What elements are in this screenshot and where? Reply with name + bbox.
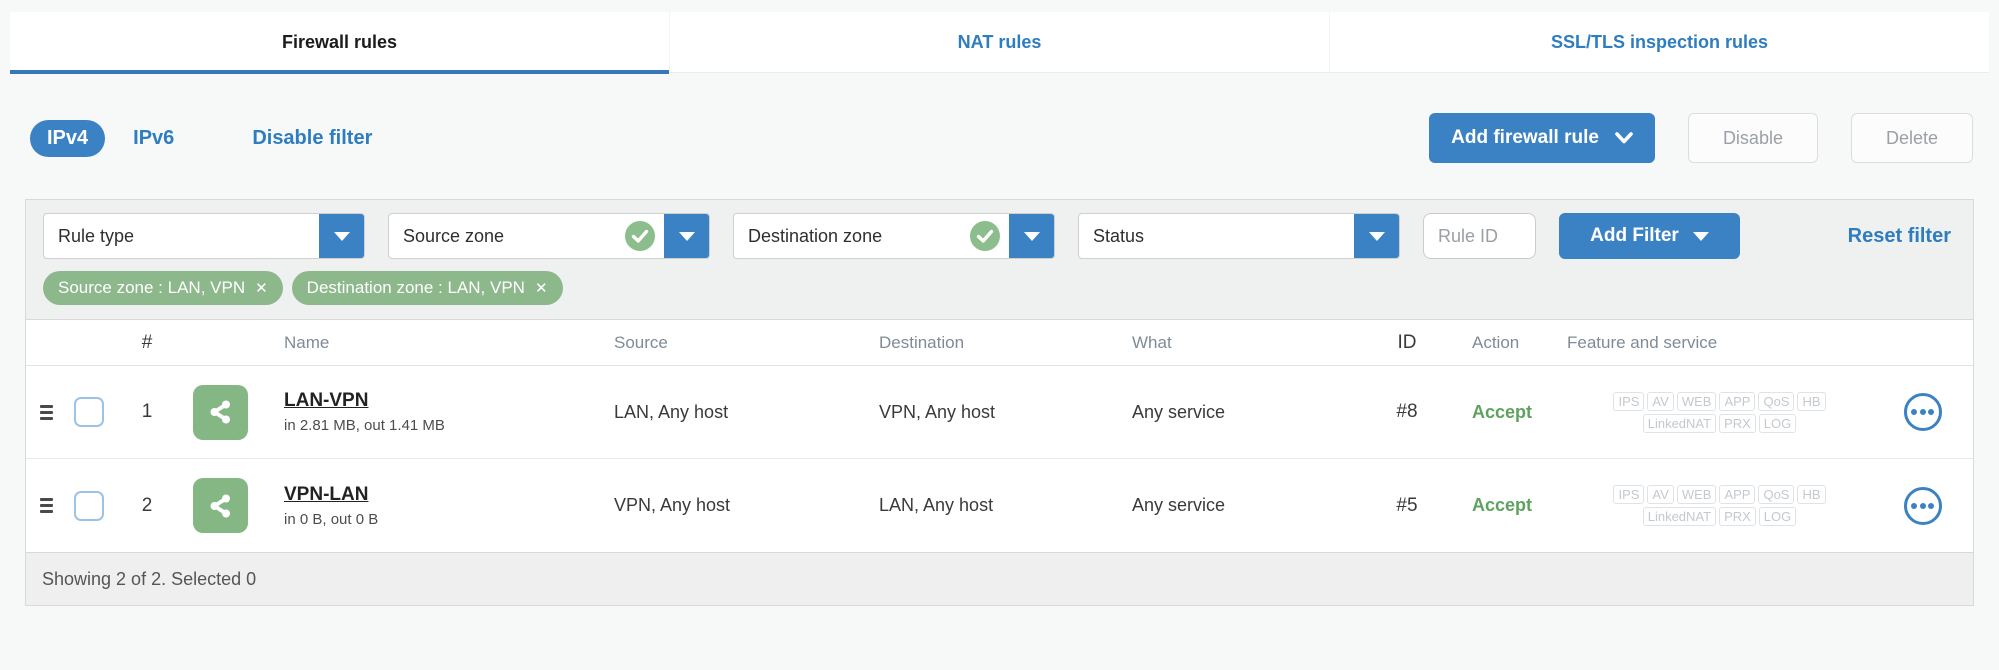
header-destination: Destination <box>879 332 965 352</box>
source-zone-dropdown-label: Source zone <box>403 225 505 246</box>
feature-badge: LOG <box>1758 507 1797 526</box>
chip-label: Source zone : LAN, VPN <box>58 278 246 297</box>
firewall-rules-panel: Rule type Source zone Destination zone S… <box>25 199 1974 606</box>
feature-badge: PRX <box>1719 507 1756 526</box>
rule-id: #8 <box>1396 401 1418 422</box>
table-footer: Showing 2 of 2. Selected 0 <box>26 552 1973 605</box>
reset-filter-link[interactable]: Reset filter <box>1848 225 1951 248</box>
feature-badge: PRX <box>1719 413 1756 433</box>
ipv6-toggle[interactable]: IPv6 <box>133 127 174 150</box>
row-menu-ellipsis-button[interactable] <box>1903 486 1942 525</box>
row-checkbox[interactable] <box>74 490 104 521</box>
drag-handle-icon[interactable] <box>36 401 57 424</box>
rule-source: LAN, Any host <box>614 401 729 422</box>
feature-badge: WEB <box>1676 391 1717 411</box>
feature-badge: LOG <box>1758 413 1797 433</box>
feature-badge: HB <box>1797 485 1826 504</box>
remove-chip-icon[interactable]: ✕ <box>535 281 548 296</box>
ipv4-toggle[interactable]: IPv4 <box>30 119 106 157</box>
rule-what: Any service <box>1132 495 1226 515</box>
filter-row: Rule type Source zone Destination zone S… <box>26 200 1973 269</box>
add-filter-button[interactable]: Add Filter <box>1559 213 1740 259</box>
status-dropdown-label: Status <box>1093 225 1145 246</box>
feature-badge: APP <box>1719 485 1756 504</box>
header-what: What <box>1132 332 1172 352</box>
row-index: 1 <box>141 401 153 422</box>
feature-badges: IPS AV WEB APP QoS HB LinkedNAT PRX LOG <box>1567 485 1872 526</box>
source-zone-dropdown[interactable]: Source zone <box>388 213 710 259</box>
rule-traffic-stats: in 0 B, out 0 B <box>284 510 379 528</box>
disable-button[interactable]: Disable <box>1687 113 1818 163</box>
rule-type-share-icon <box>192 478 248 533</box>
feature-badge: WEB <box>1676 485 1717 504</box>
rule-action: Accept <box>1472 401 1533 422</box>
feature-badge: APP <box>1719 391 1756 411</box>
header-action: Action <box>1472 332 1520 352</box>
dropdown-arrow-icon[interactable] <box>664 214 709 258</box>
filter-active-check-icon <box>625 221 655 251</box>
feature-badge: QoS <box>1758 391 1795 411</box>
add-firewall-rule-button[interactable]: Add firewall rule <box>1429 113 1655 163</box>
rule-traffic-stats: in 2.81 MB, out 1.41 MB <box>284 417 445 434</box>
dropdown-arrow-icon[interactable] <box>319 214 364 258</box>
rule-type-share-icon <box>192 384 248 440</box>
header-name: Name <box>284 332 330 352</box>
rule-name-link[interactable]: LAN-VPN <box>284 390 368 412</box>
toolbar: IPv4 IPv6 Disable filter Add firewall ru… <box>0 98 1999 178</box>
destination-zone-dropdown[interactable]: Destination zone <box>733 213 1055 259</box>
feature-badge: AV <box>1647 391 1674 411</box>
filter-chip-row: Source zone : LAN, VPN ✕ Destination zon… <box>26 269 1973 319</box>
row-count-summary: Showing 2 of 2. Selected 0 <box>42 568 257 589</box>
chevron-down-icon <box>1615 132 1633 144</box>
feature-badge: HB <box>1797 391 1826 411</box>
rule-type-dropdown[interactable]: Rule type <box>43 213 365 259</box>
row-index: 2 <box>141 494 153 516</box>
tab-bar: Firewall rules NAT rules SSL/TLS inspect… <box>10 12 1989 74</box>
rule-name-link[interactable]: VPN-LAN <box>284 484 368 506</box>
dropdown-arrow-icon[interactable] <box>1354 214 1399 258</box>
row-menu-ellipsis-button[interactable] <box>1903 393 1942 431</box>
dropdown-arrow-icon[interactable] <box>1009 214 1054 258</box>
delete-button[interactable]: Delete <box>1850 113 1973 163</box>
tab-firewall-rules[interactable]: Firewall rules <box>10 12 669 74</box>
feature-badge: QoS <box>1758 485 1795 504</box>
chevron-down-icon <box>1692 231 1709 241</box>
feature-badge: LinkedNAT <box>1642 413 1717 433</box>
rule-id: #5 <box>1396 494 1418 516</box>
tab-ssl-tls-inspection-rules[interactable]: SSL/TLS inspection rules <box>1329 12 1989 72</box>
firewall-rules-table: # Name Source Destination What ID Action… <box>26 319 1973 552</box>
feature-badge: LinkedNAT <box>1642 507 1717 526</box>
rule-action: Accept <box>1472 495 1533 515</box>
add-filter-label: Add Filter <box>1590 225 1679 246</box>
tab-nat-rules[interactable]: NAT rules <box>669 12 1329 72</box>
table-header-row: # Name Source Destination What ID Action… <box>26 320 1973 366</box>
rule-destination: VPN, Any host <box>879 401 996 422</box>
feature-badges: IPS AV WEB APP QoS HB LinkedNAT PRX LOG <box>1567 391 1872 433</box>
rule-destination: LAN, Any host <box>879 495 994 515</box>
filter-active-check-icon <box>970 221 1000 251</box>
source-zone-filter-chip[interactable]: Source zone : LAN, VPN ✕ <box>43 271 283 305</box>
destination-zone-dropdown-label: Destination zone <box>748 225 883 246</box>
header-id: ID <box>1397 331 1417 353</box>
rule-id-input[interactable] <box>1423 213 1536 259</box>
remove-chip-icon[interactable]: ✕ <box>255 281 268 296</box>
chip-label: Destination zone : LAN, VPN <box>306 278 525 297</box>
add-firewall-rule-label: Add firewall rule <box>1451 127 1599 148</box>
header-source: Source <box>614 332 668 352</box>
destination-zone-filter-chip[interactable]: Destination zone : LAN, VPN ✕ <box>291 271 563 305</box>
feature-badge: IPS <box>1613 391 1645 411</box>
feature-badge: IPS <box>1613 485 1645 504</box>
rule-source: VPN, Any host <box>614 495 731 515</box>
header-number: # <box>141 331 153 353</box>
status-dropdown[interactable]: Status <box>1078 213 1400 259</box>
row-checkbox[interactable] <box>74 397 104 427</box>
feature-badge: AV <box>1647 485 1674 504</box>
disable-filter-link[interactable]: Disable filter <box>252 127 372 150</box>
table-row: 1 LAN-VPN in 2.81 MB, out 1.41 MB LAN, A… <box>26 366 1973 459</box>
rule-what: Any service <box>1132 401 1226 422</box>
rule-type-dropdown-label: Rule type <box>58 225 135 246</box>
header-feature-and-service: Feature and service <box>1567 332 1718 352</box>
table-row: 2 VPN-LAN in 0 B, out 0 B VPN, Any host <box>26 459 1973 552</box>
drag-handle-icon[interactable] <box>36 494 57 517</box>
